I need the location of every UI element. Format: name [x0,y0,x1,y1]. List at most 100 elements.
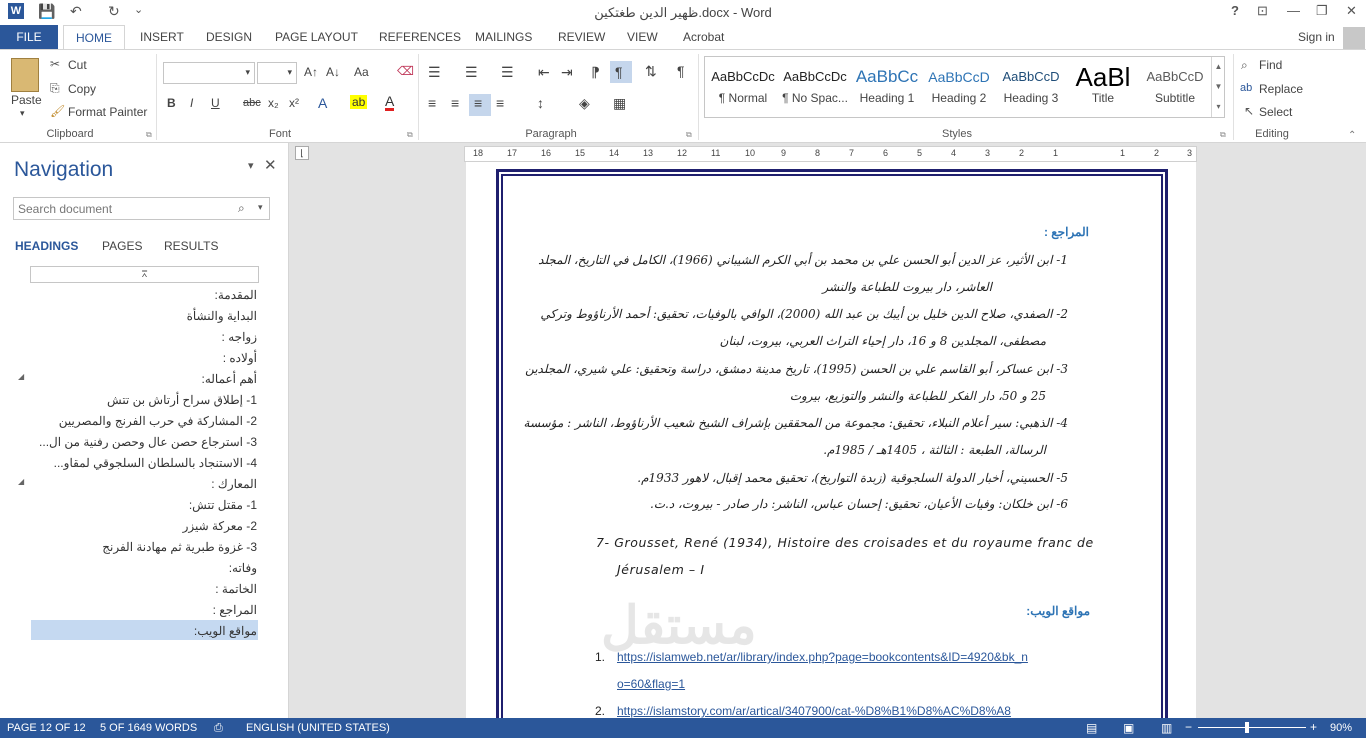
show-formatting-button[interactable]: ¶ [677,63,685,79]
search-input[interactable]: Search document ⌕ ▾ [13,197,270,220]
bullets-icon[interactable]: ☰ [428,64,441,81]
cut-button[interactable]: Cut [68,58,87,72]
paste-button[interactable]: Paste [11,93,42,107]
tab-insert[interactable]: INSERT [140,30,184,44]
select-button[interactable]: Select [1259,105,1292,119]
minimize-button[interactable]: — [1287,3,1300,18]
help-button[interactable]: ? [1231,3,1239,18]
nav-heading[interactable]: البداية والنشأة [187,309,257,323]
rtl-icon[interactable]: ¶ [610,61,632,83]
zoom-slider[interactable] [1198,727,1306,728]
styles-scroll[interactable]: ▲ ▼ ▾ [1211,57,1225,117]
format-painter-button[interactable]: Format Painter [68,105,147,119]
italic-button[interactable]: I [190,96,193,110]
find-button[interactable]: Find [1259,58,1282,72]
paste-icon[interactable] [11,58,39,92]
expand-arrow-icon[interactable]: ◢ [18,477,24,486]
multilevel-list-icon[interactable]: ☰ [501,64,514,81]
superscript-button[interactable]: x² [289,96,299,110]
nav-heading[interactable]: زواجه : [222,330,257,344]
tab-headings[interactable]: HEADINGS [15,239,78,253]
tab-design[interactable]: DESIGN [206,30,252,44]
proofing-icon[interactable]: ⎙ [214,722,223,735]
web-link[interactable]: https://islamstory.com/ar/artical/340790… [617,704,1011,718]
tab-references[interactable]: REFERENCES [379,30,461,44]
nav-close-icon[interactable]: ✕ [264,156,277,174]
web-link[interactable]: https://islamweb.net/ar/library/index.ph… [617,650,1028,664]
strikethrough-button[interactable]: abc [243,97,261,109]
style-heading-1[interactable]: AaBbCc Heading 1 [851,63,923,117]
nav-heading[interactable]: 2- المشاركة في حرب الفرنج والمصريين [59,414,257,428]
nav-heading[interactable]: 2- معركة شيزر [183,519,257,533]
sign-in-link[interactable]: Sign in [1298,30,1335,44]
collapse-all-button[interactable]: ⩞ [30,266,259,283]
print-layout-icon[interactable]: ▣ [1123,721,1134,735]
tab-acrobat[interactable]: Acrobat [683,30,724,44]
font-name-combo[interactable]: ▾ [163,62,255,84]
zoom-out-button[interactable]: − [1185,720,1192,734]
nav-heading[interactable]: 1- إطلاق سراح أرتاش بن تتش [107,393,257,407]
nav-heading[interactable]: وفاته: [229,561,257,575]
nav-heading[interactable]: 1- مقتل تتش: [189,498,257,512]
ltr-icon[interactable]: ⁋ [591,64,600,81]
tab-review[interactable]: REVIEW [558,30,605,44]
nav-heading[interactable]: مواقع الويب: [194,624,257,638]
line-spacing-icon[interactable]: ↕ [537,95,544,111]
tab-results[interactable]: RESULTS [164,239,218,253]
clipboard-launcher-icon[interactable]: ⧉ [146,130,152,140]
align-center-icon[interactable]: ≡ [451,95,459,111]
tab-selector-icon[interactable]: ⌊ [295,146,309,160]
language-indicator[interactable]: ENGLISH (UNITED STATES) [246,722,390,734]
tab-home[interactable]: HOME [63,25,125,50]
text-effects-icon[interactable]: A [318,95,327,111]
nav-heading[interactable]: الخاتمة : [215,582,257,596]
restore-button[interactable]: ❐ [1316,3,1328,19]
paragraph-launcher-icon[interactable]: ⧉ [686,130,692,140]
nav-heading[interactable]: المراجع : [213,603,257,617]
justify-icon[interactable]: ≡ [496,95,504,111]
style-no-spacing[interactable]: AaBbCcDc ¶ No Spac... [779,63,851,117]
replace-button[interactable]: Replace [1259,82,1303,96]
zoom-slider-handle[interactable] [1245,722,1249,733]
zoom-in-button[interactable]: + [1310,720,1317,734]
copy-button[interactable]: Copy [68,82,96,96]
style-subtitle[interactable]: AaBbCcD Subtitle [1139,63,1211,117]
shrink-font-button[interactable]: A↓ [326,65,340,79]
read-mode-icon[interactable]: ▤ [1086,721,1097,735]
style-heading-3[interactable]: AaBbCcD Heading 3 [995,63,1067,117]
collapse-ribbon-icon[interactable]: ⌃ [1348,130,1356,141]
nav-heading[interactable]: المقدمة: [215,288,258,302]
tab-pages[interactable]: PAGES [102,239,142,253]
nav-options-icon[interactable]: ▾ [248,159,254,172]
subscript-button[interactable]: x₂ [268,96,279,110]
styles-launcher-icon[interactable]: ⧉ [1220,130,1226,140]
search-icon[interactable]: ⌕ [238,201,245,216]
grow-font-button[interactable]: A↑ [304,65,318,79]
nav-heading[interactable]: أولاده : [223,351,257,365]
avatar[interactable] [1343,27,1365,49]
ribbon-display-button[interactable]: ⊡ [1257,3,1268,19]
nav-heading[interactable]: 3- غزوة طبرية ثم مهادنة الفرنج [102,540,257,554]
highlight-button[interactable]: ab [350,95,368,109]
align-right-icon[interactable]: ≡ [469,94,491,116]
change-case-button[interactable]: Aa [354,65,369,79]
nav-heading[interactable]: 4- الاستنجاد بالسلطان السلجوقي لمقاو... [54,456,257,470]
close-button[interactable]: ✕ [1346,3,1357,19]
increase-indent-icon[interactable]: ⇥ [561,64,573,81]
font-launcher-icon[interactable]: ⧉ [407,130,413,140]
decrease-indent-icon[interactable]: ⇤ [538,64,550,81]
clear-formatting-icon[interactable]: ⌫ [397,64,414,78]
expand-arrow-icon[interactable]: ◢ [18,372,24,381]
paste-dropdown-icon[interactable]: ▾ [20,108,25,119]
tab-page-layout[interactable]: PAGE LAYOUT [275,30,358,44]
nav-heading[interactable]: أهم أعماله: [202,372,258,386]
align-left-icon[interactable]: ≡ [428,95,436,111]
word-count[interactable]: 5 OF 1649 WORDS [100,722,197,734]
tab-view[interactable]: VIEW [627,30,658,44]
numbering-icon[interactable]: ☰ [465,64,478,81]
style-title[interactable]: AaBl Title [1067,63,1139,117]
sort-icon[interactable]: ⇅ [645,63,657,80]
style-normal[interactable]: AaBbCcDc ¶ Normal [707,63,779,117]
tab-file[interactable]: FILE [0,25,58,49]
web-layout-icon[interactable]: ▥ [1161,721,1172,735]
